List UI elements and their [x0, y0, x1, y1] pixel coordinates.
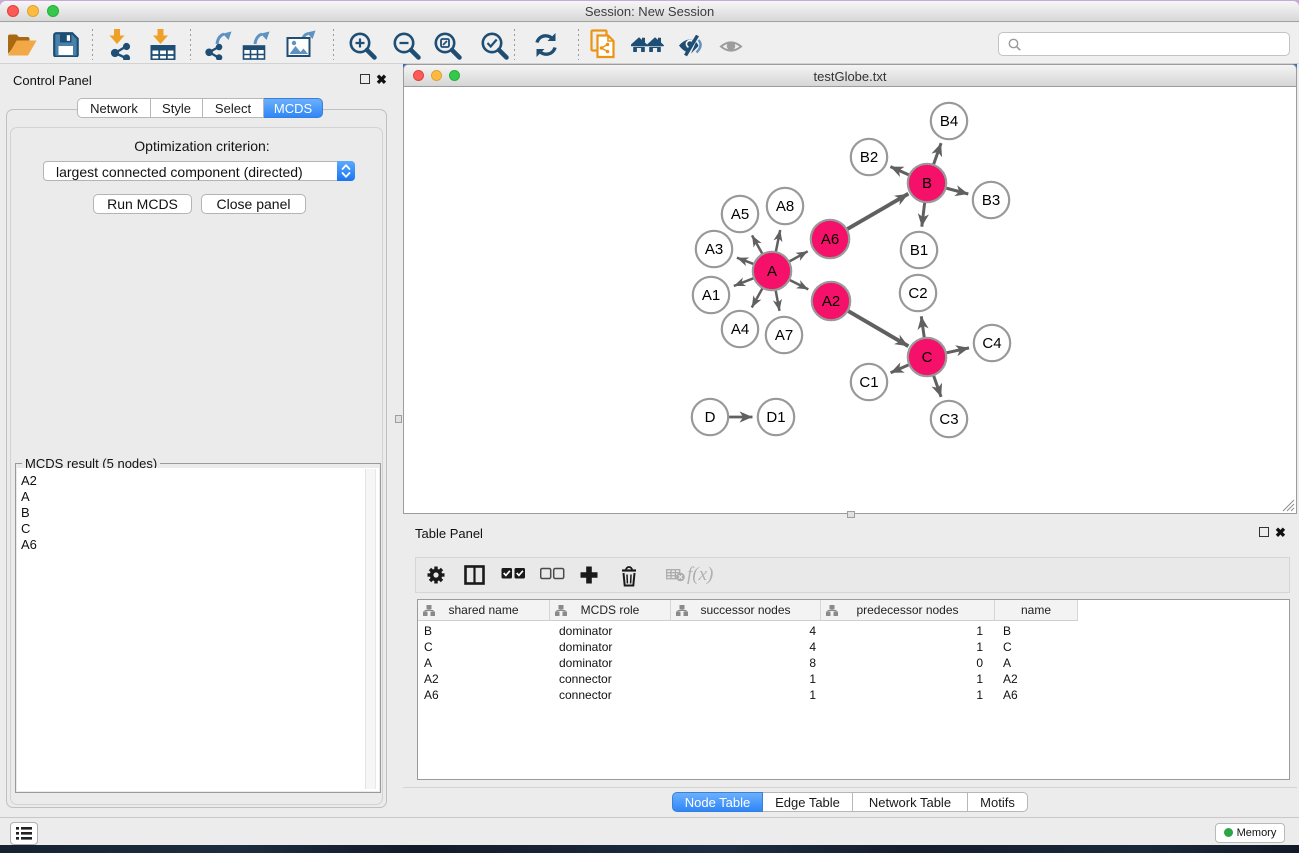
- svg-text:C1: C1: [859, 374, 878, 391]
- svg-text:B4: B4: [940, 113, 958, 130]
- svg-text:C: C: [922, 349, 933, 366]
- svg-text:B2: B2: [860, 149, 878, 166]
- svg-text:A1: A1: [702, 287, 720, 304]
- svg-text:A7: A7: [775, 327, 793, 344]
- svg-text:A3: A3: [705, 241, 723, 258]
- svg-text:A6: A6: [821, 231, 839, 248]
- svg-text:B1: B1: [910, 242, 928, 259]
- svg-text:A8: A8: [776, 198, 794, 215]
- svg-text:C4: C4: [982, 335, 1001, 352]
- svg-text:A5: A5: [731, 206, 749, 223]
- svg-text:C2: C2: [908, 285, 927, 302]
- svg-text:A2: A2: [822, 293, 840, 310]
- svg-text:D: D: [705, 409, 716, 426]
- svg-text:D1: D1: [766, 409, 785, 426]
- svg-text:B3: B3: [982, 192, 1000, 209]
- svg-text:B: B: [922, 175, 932, 192]
- svg-text:A: A: [767, 263, 777, 280]
- svg-text:A4: A4: [731, 321, 749, 338]
- svg-text:C3: C3: [939, 411, 958, 428]
